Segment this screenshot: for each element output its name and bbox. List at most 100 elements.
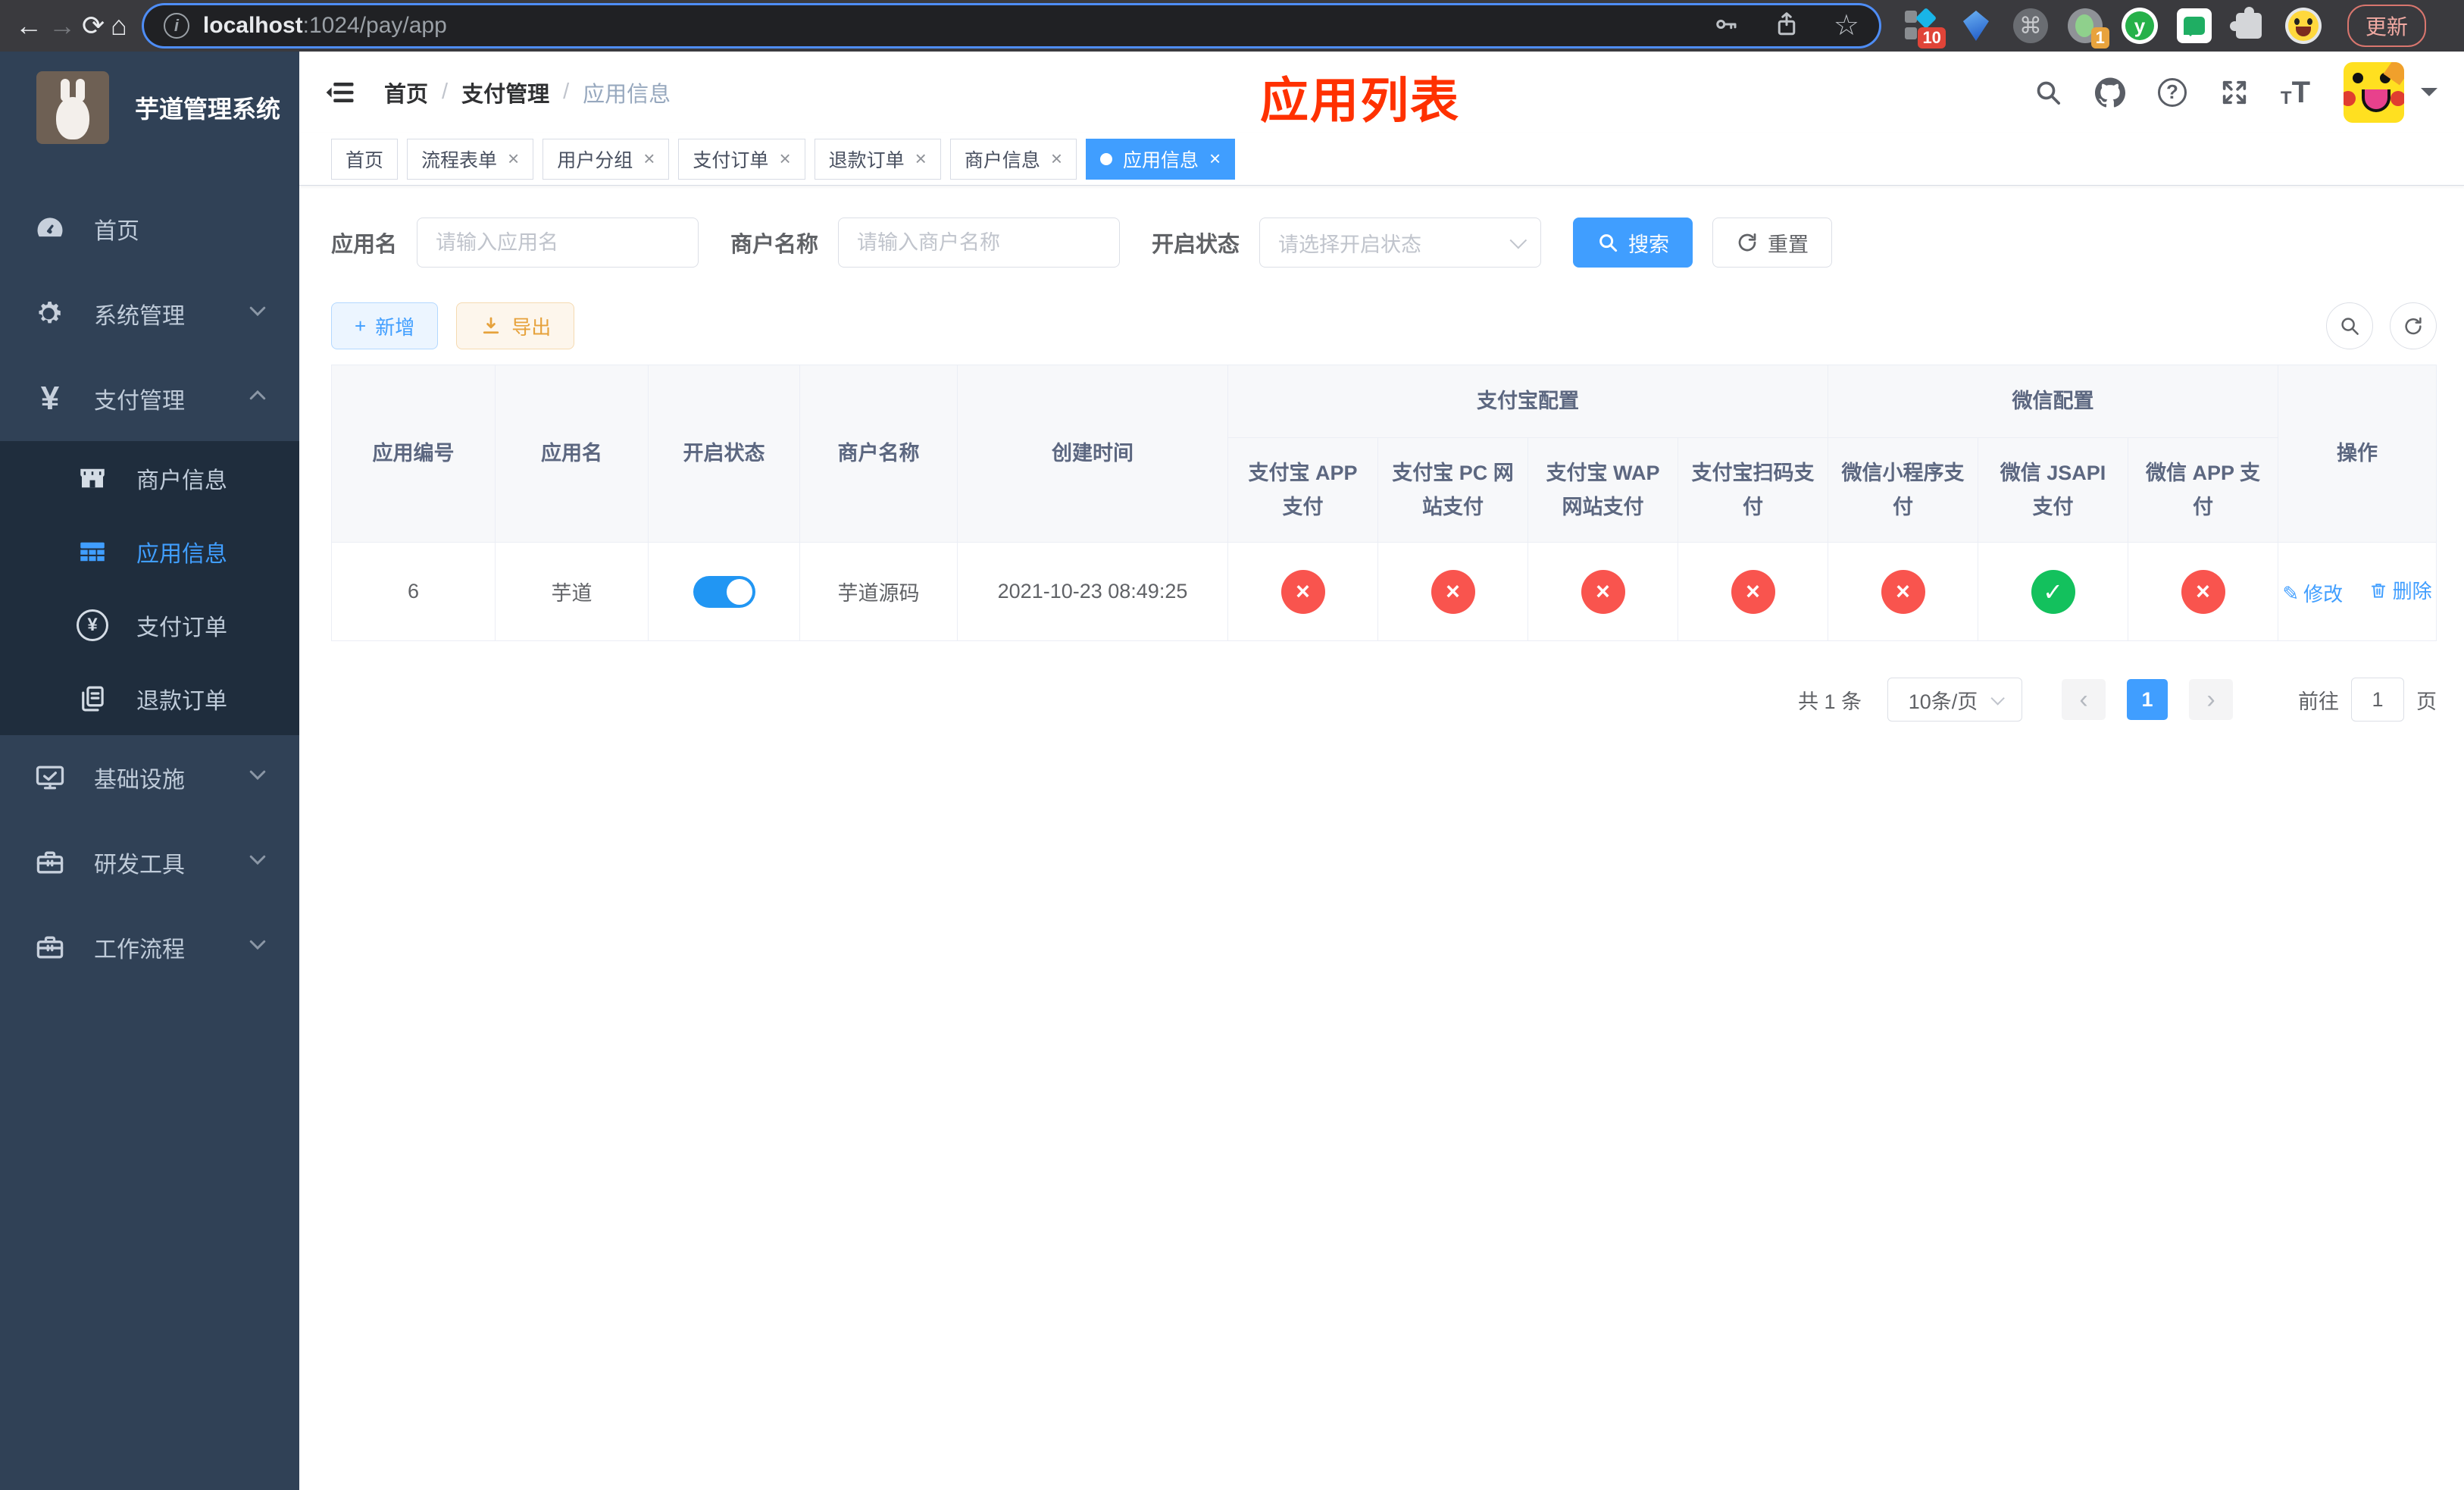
pagination: 共 1 条 10条/页 ‹ 1 › 前往 页 [331,678,2437,722]
page-size-select[interactable]: 10条/页 [1887,678,2022,722]
status-icon: ✓ [2031,569,2075,614]
close-icon[interactable]: × [779,147,790,171]
extension-y-icon[interactable]: y [2121,8,2158,44]
col-operations: 操作 [2278,364,2437,543]
breadcrumb-payment[interactable]: 支付管理 [461,77,549,108]
browser-reload-button[interactable]: ⟳ [82,6,105,45]
site-info-icon[interactable]: i [163,13,189,39]
edit-link[interactable]: ✎ 修改 [2282,579,2343,607]
browser-home-button[interactable]: ⌂ [111,6,127,45]
close-icon[interactable]: × [915,147,927,171]
sidebar-item-payment[interactable]: ¥ 支付管理 [0,356,299,441]
browser-update-button[interactable]: 更新 [2347,5,2426,47]
filter-merchant-label: 商户名称 [730,233,819,257]
search-icon[interactable] [2032,77,2064,108]
extension-widget-icon[interactable]: 10 [1903,7,1946,49]
export-button[interactable]: 导出 [456,302,575,349]
tab-process-form[interactable]: 流程表单 × [407,138,534,180]
tab-home[interactable]: 首页 [331,138,399,180]
refresh-table-button[interactable] [2390,302,2437,349]
tab-pay-orders[interactable]: 支付订单 × [678,138,805,180]
extension-camera-icon[interactable]: 1 [2067,8,2109,49]
close-icon[interactable]: × [1209,147,1221,171]
help-icon[interactable]: ? [2156,77,2188,108]
sidebar-item-label: 系统管理 [94,304,185,329]
extension-gem-icon[interactable] [1958,8,1994,44]
browser-menu-icon[interactable]: ⋮ [2455,11,2464,41]
password-key-icon[interactable] [1712,11,1740,42]
enabled-toggle[interactable] [693,575,755,608]
sidebar-item-system[interactable]: 系统管理 [0,271,299,356]
address-bar[interactable]: i localhost:1024/pay/app ☆ [143,5,1879,46]
pencil-icon: ✎ [2282,581,2300,605]
goto-label: 前往 [2298,690,2339,713]
profile-avatar[interactable] [2284,8,2322,44]
sidebar-item-home[interactable]: 首页 [0,186,299,271]
close-icon[interactable]: × [1051,147,1062,171]
avatar [2344,61,2404,123]
grid-table-icon [76,535,109,568]
app-logo-row[interactable]: 芋道管理系统 [0,52,299,164]
tab-app-info[interactable]: 应用信息 × [1086,138,1236,180]
sidebar-item-dev-tools[interactable]: 研发工具 [0,820,299,905]
sidebar-item-merchant-info[interactable]: 商户信息 [0,441,299,515]
merchant-name-input[interactable] [838,218,1121,268]
add-button[interactable]: + 新增 [331,302,439,349]
close-icon[interactable]: × [643,147,655,171]
col-enabled: 开启状态 [648,364,800,543]
user-avatar-menu[interactable] [2344,61,2437,123]
tab-user-group[interactable]: 用户分组 × [543,138,670,180]
col-alipay-wap: 支付宝 WAP 网站支付 [1527,437,1678,543]
share-icon[interactable] [1773,11,1800,42]
sidebar-item-pay-orders[interactable]: ¥ 支付订单 [0,588,299,662]
plus-icon: + [355,314,367,337]
current-page-button[interactable]: 1 [2127,679,2168,721]
extensions-puzzle-icon[interactable] [2229,7,2267,44]
goto-page-input[interactable] [2351,678,2404,722]
sidebar-item-label: 研发工具 [94,853,185,878]
status-icon: × [2181,569,2225,614]
chevron-up-icon [246,384,269,413]
tags-view-bar: 首页 流程表单 × 用户分组 × 支付订单 × 退款订单 × 商户信息 × 应用信息 × [299,133,2464,186]
status-select[interactable]: 请选择开启状态 [1259,218,1542,268]
trash-icon [2371,583,2385,598]
extension-command-icon[interactable]: ⌘ [2012,8,2049,44]
cell-merchant: 芋道源码 [799,542,958,642]
sidebar: 芋道管理系统 首页 系统管理 ¥ 支付管理 商户信息 应用信息 ¥ 支付订单 退… [0,52,299,1490]
chevron-down-icon [246,763,269,792]
next-page-button[interactable]: › [2189,679,2233,721]
search-button[interactable]: 搜索 [1573,218,1693,268]
extension-chat-icon[interactable] [2176,8,2212,44]
tab-refund-orders[interactable]: 退款订单 × [814,138,941,180]
browser-forward-button[interactable]: → [48,6,76,45]
github-icon[interactable] [2094,77,2126,108]
url-text: localhost:1024/pay/app [203,13,1712,39]
gear-icon [33,297,67,330]
dashboard-icon [33,212,67,246]
sidebar-item-workflow[interactable]: 工作流程 [0,905,299,990]
caret-down-icon [2421,87,2437,105]
text-size-icon[interactable]: TT [2281,77,2310,108]
cell-app-id: 6 [331,542,496,642]
browser-back-button[interactable]: ← [15,6,42,45]
sidebar-item-infrastructure[interactable]: 基础设施 [0,735,299,820]
briefcase-icon [33,931,67,964]
bookmark-star-icon[interactable]: ☆ [1834,11,1859,40]
delete-link[interactable]: 删除 [2369,576,2432,604]
fullscreen-icon[interactable] [2219,77,2250,108]
chevron-down-icon [1509,231,1527,249]
breadcrumb-home[interactable]: 首页 [384,77,428,108]
app-name-input[interactable] [417,218,699,268]
sidebar-item-app-info[interactable]: 应用信息 [0,515,299,588]
chevron-down-icon [246,848,269,877]
sidebar-toggle-icon[interactable] [322,74,358,111]
table-toolbar: + 新增 导出 [331,302,2437,349]
reset-button[interactable]: 重置 [1712,218,1833,268]
tab-merchant-info[interactable]: 商户信息 × [949,138,1077,180]
cell-app-name: 芋道 [495,542,649,642]
sidebar-item-refund-orders[interactable]: 退款订单 [0,662,299,735]
sidebar-item-label: 支付订单 [136,615,227,640]
toggle-search-button[interactable] [2326,302,2373,349]
prev-page-button[interactable]: ‹ [2062,679,2106,721]
close-icon[interactable]: × [508,147,519,171]
